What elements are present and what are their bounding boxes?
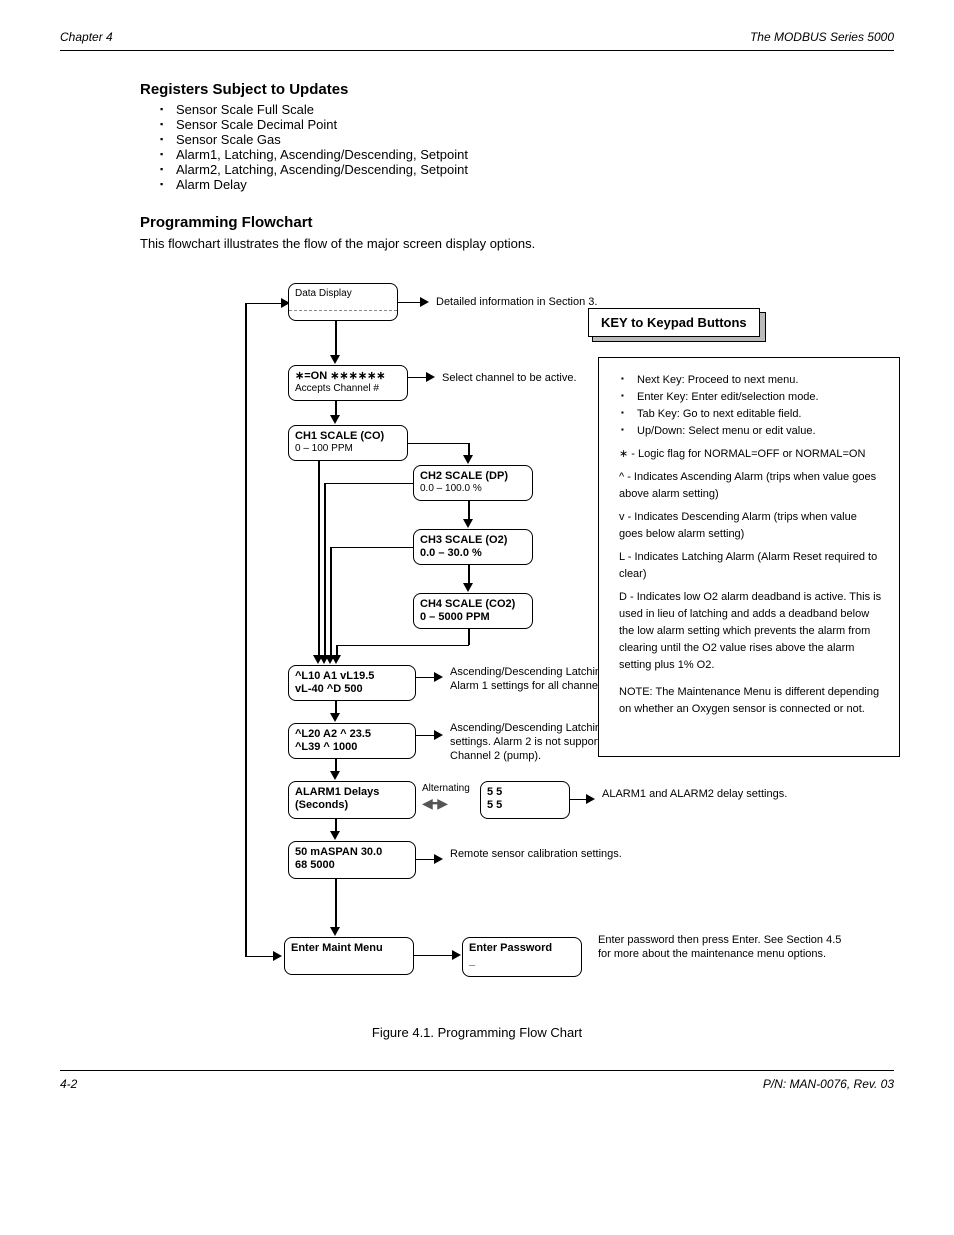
- flowchart: Data Display Detailed information in Sec…: [160, 277, 880, 1007]
- node-password: Enter Password _: [462, 937, 582, 977]
- node-ch2: CH2 SCALE (DP) 0.0 – 100.0 %: [413, 465, 533, 501]
- node-delay-values: 5 5 5 5: [480, 781, 570, 819]
- footer-left: 4-2: [60, 1077, 77, 1091]
- footer-rule: [60, 1070, 894, 1071]
- note-maspan: Remote sensor calibration settings.: [450, 847, 670, 861]
- list-item: Alarm2, Latching, Ascending/Descending, …: [160, 162, 894, 177]
- node-data-display: Data Display: [288, 283, 398, 321]
- node-on: ∗=ON ∗∗∗∗∗∗ Accepts Channel #: [288, 365, 408, 401]
- header-right: The MODBUS Series 5000: [750, 30, 894, 44]
- figure-caption: Figure 4.1. Programming Flow Chart: [60, 1025, 894, 1040]
- regs-title: Registers Subject to Updates: [140, 81, 894, 98]
- node-ch1: CH1 SCALE (CO) 0 – 100 PPM: [288, 425, 408, 461]
- node-ch4: CH4 SCALE (CO2) 0 – 5000 PPM: [413, 593, 533, 629]
- alternating-label: Alternating: [422, 783, 470, 794]
- node-delays: ALARM1 Delays (Seconds): [288, 781, 416, 819]
- note-on: Select channel to be active.: [442, 371, 577, 385]
- footer-right: P/N: MAN-0076, Rev. 03: [763, 1077, 894, 1091]
- list-item: Sensor Scale Decimal Point: [160, 117, 894, 132]
- double-arrow-icon: ◀━▶: [422, 795, 446, 812]
- key-panel: ▪Next Key: Proceed to next menu. ▪Enter …: [598, 357, 900, 757]
- node-ch3: CH3 SCALE (O2) 0.0 – 30.0 %: [413, 529, 533, 565]
- node-alarm2: ^L20 A2 ^ 23.5 ^L39 ^ 1000: [288, 723, 416, 759]
- node-maint: Enter Maint Menu: [284, 937, 414, 975]
- node-maspan: 50 mASPAN 30.0 68 5000: [288, 841, 416, 879]
- note-delays: ALARM1 and ALARM2 delay settings.: [602, 787, 792, 801]
- header-left: Chapter 4: [60, 30, 113, 44]
- list-item: Sensor Scale Full Scale: [160, 102, 894, 117]
- list-item: Alarm Delay: [160, 177, 894, 192]
- header-rule: [60, 50, 894, 51]
- list-item: Alarm1, Latching, Ascending/Descending, …: [160, 147, 894, 162]
- note-maint: Enter password then press Enter. See Sec…: [598, 933, 848, 962]
- regs-list: Sensor Scale Full Scale Sensor Scale Dec…: [160, 102, 894, 192]
- node-alarm1: ^L10 A1 vL19.5 vL-40 ^D 500: [288, 665, 416, 701]
- prog-paragraph: This flowchart illustrates the flow of t…: [140, 235, 894, 253]
- key-title: KEY to Keypad Buttons: [588, 308, 760, 337]
- note-a1: Ascending/Descending Latching Alarm 1 se…: [450, 665, 620, 694]
- list-item: Sensor Scale Gas: [160, 132, 894, 147]
- prog-title: Programming Flowchart: [140, 214, 894, 231]
